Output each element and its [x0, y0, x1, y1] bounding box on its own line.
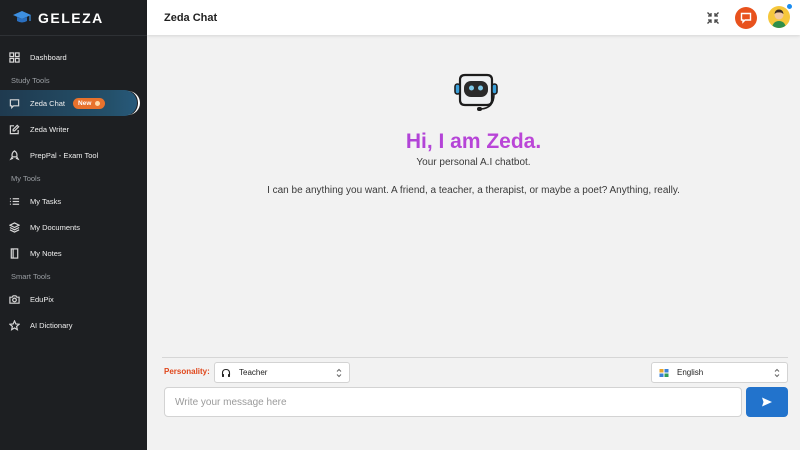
collapse-icon [707, 12, 719, 24]
new-badge: New [73, 97, 106, 109]
sidebar-item-label: AI Dictionary [30, 320, 73, 330]
layers-icon [8, 221, 20, 233]
greeting-subtitle: Your personal A.I chatbot. [416, 157, 531, 168]
section-my-tools: My Tools [11, 173, 41, 183]
send-icon [762, 397, 772, 407]
section-smart-tools: Smart Tools [11, 271, 51, 281]
divider [162, 357, 788, 358]
send-button[interactable] [746, 387, 788, 417]
sidebar-item-label: Dashboard [30, 52, 67, 62]
message-icon [740, 12, 752, 24]
sidebar-item-dashboard[interactable]: Dashboard [0, 44, 147, 70]
robot-icon [454, 73, 498, 111]
brand[interactable]: GELEZA [0, 0, 147, 36]
brand-name: GELEZA [38, 9, 104, 26]
badge-dot-icon [95, 100, 101, 106]
language-select[interactable]: English [651, 362, 788, 383]
camera-icon [8, 293, 20, 305]
section-study-tools: Study Tools [11, 75, 50, 85]
intro-text: I can be anything you want. A friend, a … [267, 185, 680, 196]
sidebar-item-my-documents[interactable]: My Documents [0, 214, 147, 240]
top-header: Zeda Chat [147, 0, 800, 35]
personality-label: Personality: [164, 367, 210, 376]
language-value: English [677, 368, 704, 377]
language-icon [659, 368, 669, 378]
select-chevron-icon [336, 368, 342, 378]
collapse-button[interactable] [702, 7, 724, 29]
sidebar-item-my-notes[interactable]: My Notes [0, 240, 147, 266]
sidebar-item-label: My Tasks [30, 196, 62, 206]
graduation-cap-icon [13, 10, 31, 22]
sidebar-item-zeda-chat[interactable]: Zeda Chat New [0, 90, 140, 116]
sidebar-item-label: My Documents [30, 222, 81, 232]
personality-select[interactable]: Teacher [214, 362, 350, 383]
notification-dot [786, 3, 793, 10]
sidebar-item-preppal[interactable]: PrepPal - Exam Tool [0, 142, 147, 168]
sidebar-item-label: My Notes [30, 248, 62, 258]
notebook-icon [8, 247, 20, 259]
pencil-square-icon [8, 123, 20, 135]
sidebar-item-label: Zeda Chat [30, 98, 66, 108]
chat-icon [8, 97, 20, 109]
personality-value: Teacher [239, 368, 268, 377]
sidebar: GELEZA Dashboard Study Tools Zeda Chat N… [0, 0, 147, 450]
message-input[interactable] [164, 387, 742, 417]
sidebar-item-my-tasks[interactable]: My Tasks [0, 188, 147, 214]
greeting-heading: Hi, I am Zeda. [147, 130, 800, 154]
list-icon [8, 195, 20, 207]
dashboard-grid-icon [8, 51, 20, 63]
select-chevron-icon [774, 368, 780, 378]
star-icon [8, 319, 20, 331]
sidebar-item-label: Zeda Writer [30, 124, 70, 134]
sidebar-item-edupix[interactable]: EduPix [0, 286, 147, 312]
sidebar-item-ai-dictionary[interactable]: AI Dictionary [0, 312, 147, 338]
sidebar-item-label: EduPix [30, 294, 54, 304]
feedback-button[interactable] [735, 7, 757, 29]
page-title: Zeda Chat [164, 11, 218, 24]
rocket-icon [8, 149, 20, 161]
headphones-icon [221, 368, 231, 378]
sidebar-item-label: PrepPal - Exam Tool [30, 150, 99, 160]
sidebar-item-zeda-writer[interactable]: Zeda Writer [0, 116, 147, 142]
